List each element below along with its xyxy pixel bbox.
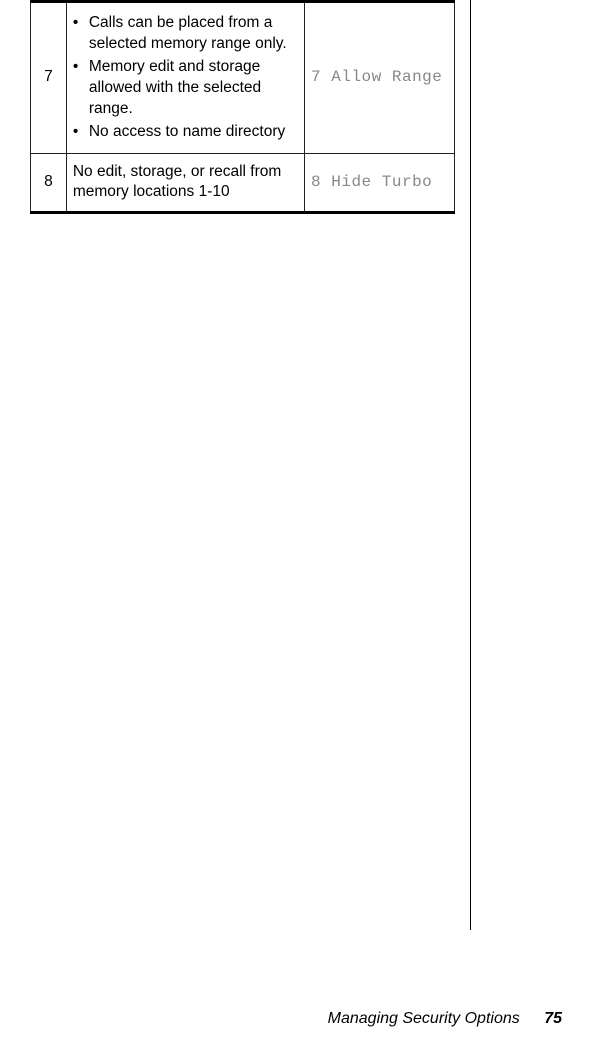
page-footer: Managing Security Options 75 xyxy=(328,1010,562,1028)
vertical-divider xyxy=(470,0,471,930)
row-display-text: 7 Allow Range xyxy=(305,2,455,154)
row-number: 7 xyxy=(31,2,67,154)
bullet-item: Calls can be placed from a selected memo… xyxy=(73,13,298,55)
table-row: 8 No edit, storage, or recall from memor… xyxy=(31,153,455,213)
bullet-list: Calls can be placed from a selected memo… xyxy=(73,13,298,143)
table-row: 7 Calls can be placed from a selected me… xyxy=(31,2,455,154)
bullet-item: Memory edit and storage allowed with the… xyxy=(73,57,298,120)
content-area: 7 Calls can be placed from a selected me… xyxy=(30,0,455,214)
page: 7 Calls can be placed from a selected me… xyxy=(0,0,597,1058)
footer-title: Managing Security Options xyxy=(328,1010,520,1027)
row-number: 8 xyxy=(31,153,67,213)
row-description: No edit, storage, or recall from memory … xyxy=(66,153,304,213)
row-display-text: 8 Hide Turbo xyxy=(305,153,455,213)
bullet-item: No access to name directory xyxy=(73,122,298,143)
options-table: 7 Calls can be placed from a selected me… xyxy=(30,0,455,214)
row-description: Calls can be placed from a selected memo… xyxy=(66,2,304,154)
page-number: 75 xyxy=(544,1010,562,1027)
